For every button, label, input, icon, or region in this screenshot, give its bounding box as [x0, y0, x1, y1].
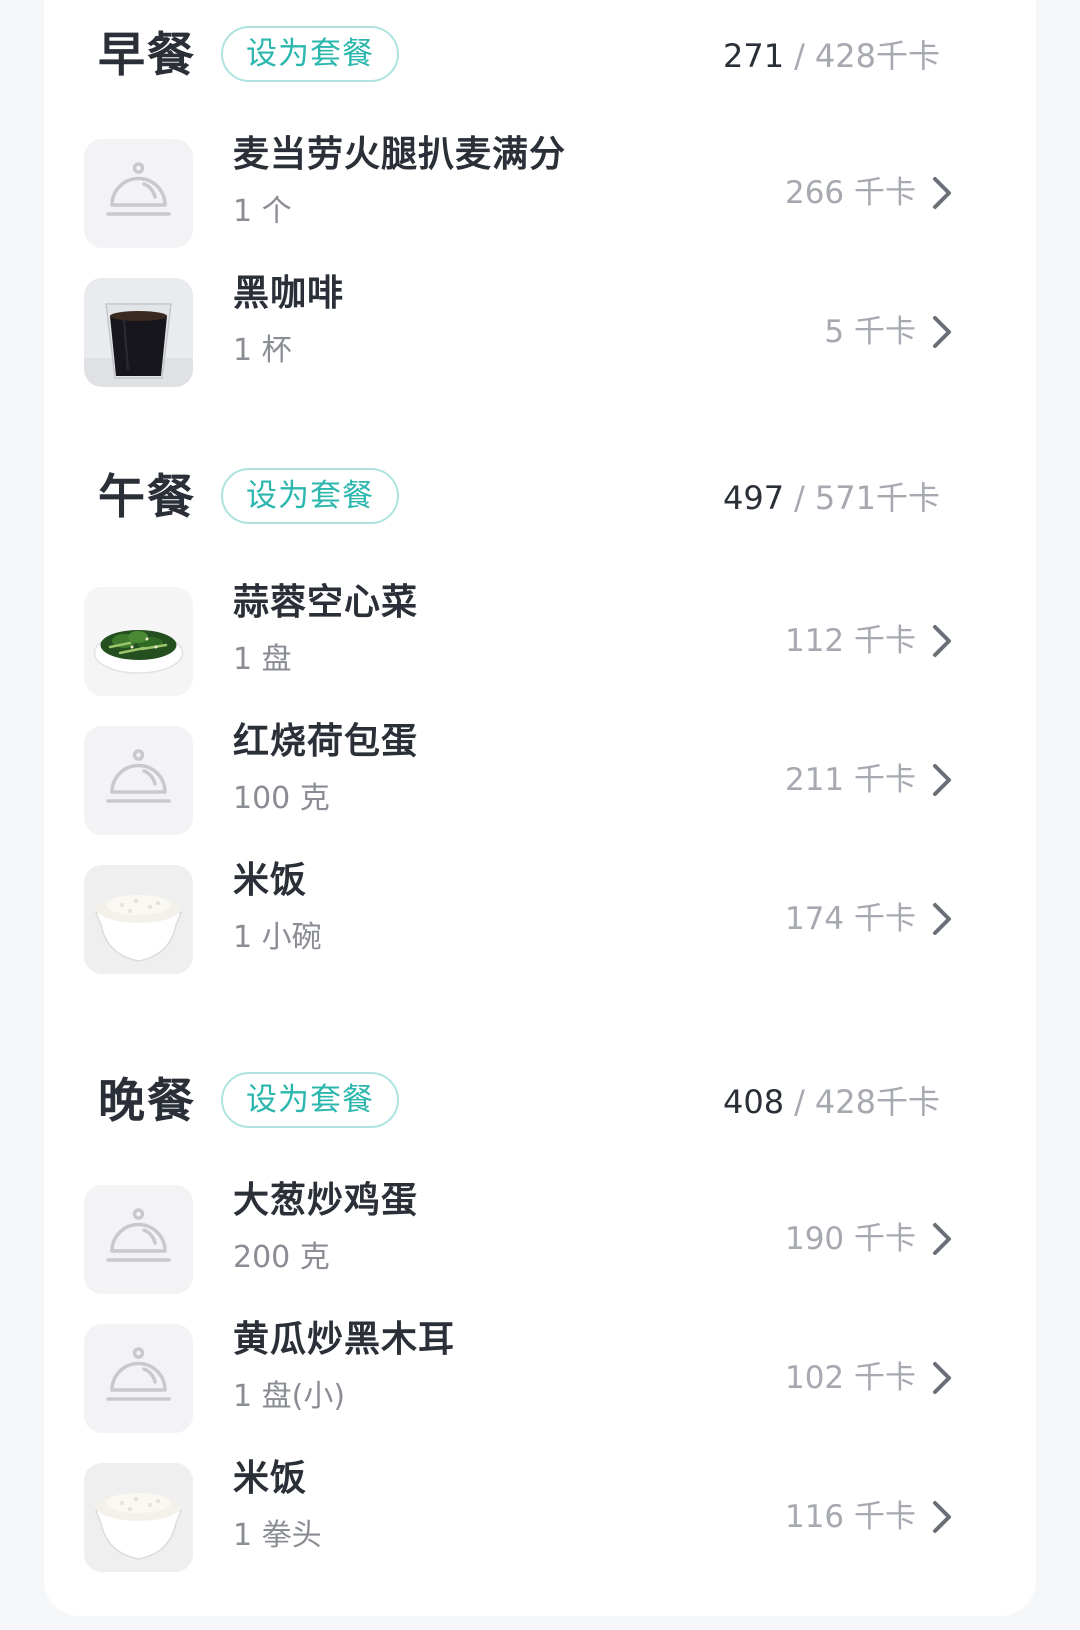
set-as-combo-button[interactable]: 设为套餐: [221, 1072, 399, 1128]
food-calories: 190 千卡: [784, 1221, 916, 1257]
meal-title: 午餐: [98, 470, 196, 525]
meal-section-lunch: 午餐 设为套餐 497/571千卡 蒜蓉空心菜 1 盘 112 千卡 红烧荷包蛋…: [44, 458, 1036, 989]
target-kcal: 428千卡: [814, 37, 940, 75]
food-calories: 116 千卡: [784, 1499, 916, 1535]
rice-bowl-image: [84, 865, 193, 974]
food-amount: 1 个: [233, 194, 292, 229]
black-coffee-image: [84, 278, 193, 387]
set-as-combo-button[interactable]: 设为套餐: [221, 26, 399, 82]
separator: /: [794, 37, 805, 75]
food-calories: 211 千卡: [784, 762, 916, 798]
separator: /: [794, 1083, 805, 1121]
food-calories: 174 千卡: [784, 901, 916, 937]
food-item[interactable]: 黑咖啡 1 杯 5 千卡: [44, 263, 1036, 402]
food-amount: 1 小碗: [233, 920, 322, 955]
meal-title: 早餐: [98, 28, 196, 83]
food-amount: 1 盘: [233, 642, 292, 677]
cloche-icon: [84, 139, 193, 248]
food-name: 大葱炒鸡蛋: [233, 1180, 419, 1221]
meal-calorie-total: 271/428千卡: [723, 16, 940, 96]
food-amount: 1 杯: [233, 333, 292, 368]
food-calories: 102 千卡: [784, 1360, 916, 1396]
food-item[interactable]: 红烧荷包蛋 100 克 211 千卡: [44, 711, 1036, 850]
meal-calorie-total: 497/571千卡: [723, 458, 940, 538]
separator: /: [794, 479, 805, 517]
cloche-icon: [84, 726, 193, 835]
cloche-icon: [84, 1185, 193, 1294]
food-amount: 100 克: [233, 781, 330, 816]
food-calories: 5 千卡: [824, 314, 916, 350]
eaten-kcal: 271: [723, 37, 785, 75]
food-name: 黑咖啡: [233, 273, 345, 314]
meal-header: 早餐 设为套餐 271/428千卡: [44, 16, 1036, 96]
food-calories: 266 千卡: [784, 175, 916, 211]
target-kcal: 428千卡: [814, 1083, 940, 1121]
food-name: 米饭: [233, 860, 308, 901]
water-spinach-image: [84, 587, 193, 696]
chevron-right-icon: [933, 1223, 951, 1255]
food-name: 麦当劳火腿扒麦满分: [233, 134, 567, 175]
food-amount: 1 拳头: [233, 1518, 322, 1553]
food-name: 黄瓜炒黑木耳: [233, 1319, 456, 1360]
eaten-kcal: 408: [723, 1083, 785, 1121]
chevron-right-icon: [933, 1501, 951, 1533]
cloche-icon: [84, 1324, 193, 1433]
food-amount: 1 盘(小): [233, 1379, 346, 1414]
meal-section-dinner: 晚餐 设为套餐 408/428千卡 大葱炒鸡蛋 200 克 190 千卡 黄瓜炒…: [44, 1062, 1036, 1587]
meal-title: 晚餐: [98, 1074, 196, 1129]
eaten-kcal: 497: [723, 479, 785, 517]
chevron-right-icon: [933, 316, 951, 348]
food-item[interactable]: 蒜蓉空心菜 1 盘 112 千卡: [44, 572, 1036, 711]
food-item[interactable]: 米饭 1 小碗 174 千卡: [44, 850, 1036, 989]
food-name: 蒜蓉空心菜: [233, 582, 419, 623]
rice-bowl-image: [84, 1463, 193, 1572]
set-as-combo-button[interactable]: 设为套餐: [221, 468, 399, 524]
food-item[interactable]: 米饭 1 拳头 116 千卡: [44, 1448, 1036, 1587]
meal-header: 午餐 设为套餐 497/571千卡: [44, 458, 1036, 538]
chevron-right-icon: [933, 1362, 951, 1394]
food-amount: 200 克: [233, 1240, 330, 1275]
food-name: 米饭: [233, 1458, 308, 1499]
chevron-right-icon: [933, 764, 951, 796]
food-item[interactable]: 麦当劳火腿扒麦满分 1 个 266 千卡: [44, 124, 1036, 263]
meal-calorie-total: 408/428千卡: [723, 1062, 940, 1142]
food-item[interactable]: 大葱炒鸡蛋 200 克 190 千卡: [44, 1170, 1036, 1309]
food-name: 红烧荷包蛋: [233, 721, 419, 762]
food-item[interactable]: 黄瓜炒黑木耳 1 盘(小) 102 千卡: [44, 1309, 1036, 1448]
chevron-right-icon: [933, 625, 951, 657]
chevron-right-icon: [933, 177, 951, 209]
target-kcal: 571千卡: [814, 479, 940, 517]
food-calories: 112 千卡: [784, 623, 916, 659]
meal-header: 晚餐 设为套餐 408/428千卡: [44, 1062, 1036, 1142]
chevron-right-icon: [933, 903, 951, 935]
meal-section-breakfast: 早餐 设为套餐 271/428千卡 麦当劳火腿扒麦满分 1 个 266 千卡 黑…: [44, 16, 1036, 402]
